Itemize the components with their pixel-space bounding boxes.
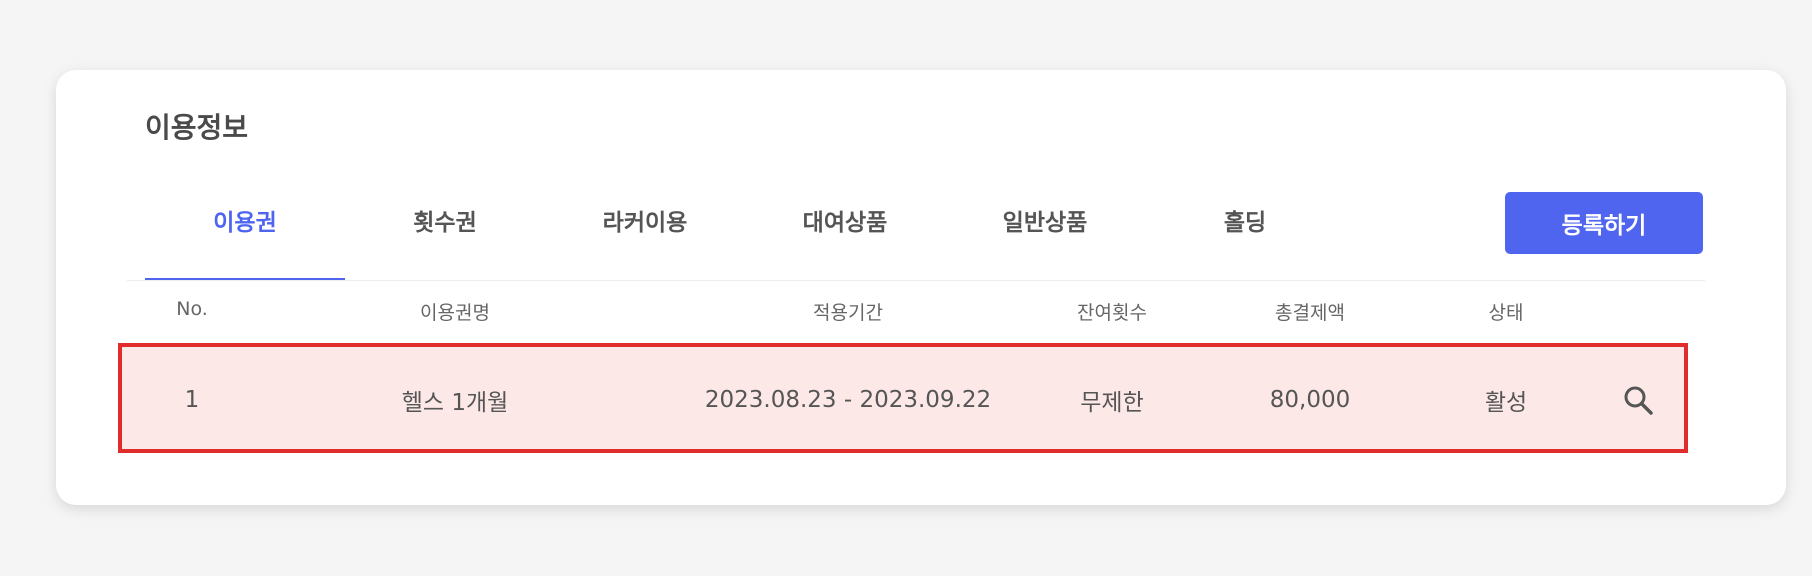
column-header-name: 이용권명 xyxy=(420,302,490,324)
cell-period: 2023.08.23 - 2023.09.22 xyxy=(704,387,992,413)
cell-name: 헬스 1개월 xyxy=(401,390,509,416)
tab-divider xyxy=(127,280,1705,281)
tab-rental[interactable]: 대여상품 xyxy=(745,193,945,281)
tab-membership[interactable]: 이용권 xyxy=(145,193,345,281)
column-header-remaining: 잔여횟수 xyxy=(1077,302,1147,324)
tab-holding[interactable]: 홀딩 xyxy=(1145,193,1345,281)
tab-locker[interactable]: 라커이용 xyxy=(545,193,745,281)
search-icon[interactable] xyxy=(1622,384,1654,416)
column-header-no: No. xyxy=(176,298,208,320)
register-button[interactable]: 등록하기 xyxy=(1505,192,1703,254)
cell-remaining: 무제한 xyxy=(1080,390,1144,416)
column-header-period: 적용기간 xyxy=(813,302,883,324)
cell-status: 활성 xyxy=(1484,390,1528,416)
section-title: 이용정보 xyxy=(145,111,249,144)
column-header-status: 상태 xyxy=(1488,302,1524,324)
tab-count-pass[interactable]: 횟수권 xyxy=(345,193,545,281)
tab-general-product[interactable]: 일반상품 xyxy=(945,193,1145,281)
cell-no: 1 xyxy=(184,387,200,413)
tab-bar: 이용권 횟수권 라커이용 대여상품 일반상품 홀딩 xyxy=(145,193,1705,281)
column-header-total: 총결제액 xyxy=(1275,302,1345,324)
cell-total: 80,000 xyxy=(1269,387,1351,413)
